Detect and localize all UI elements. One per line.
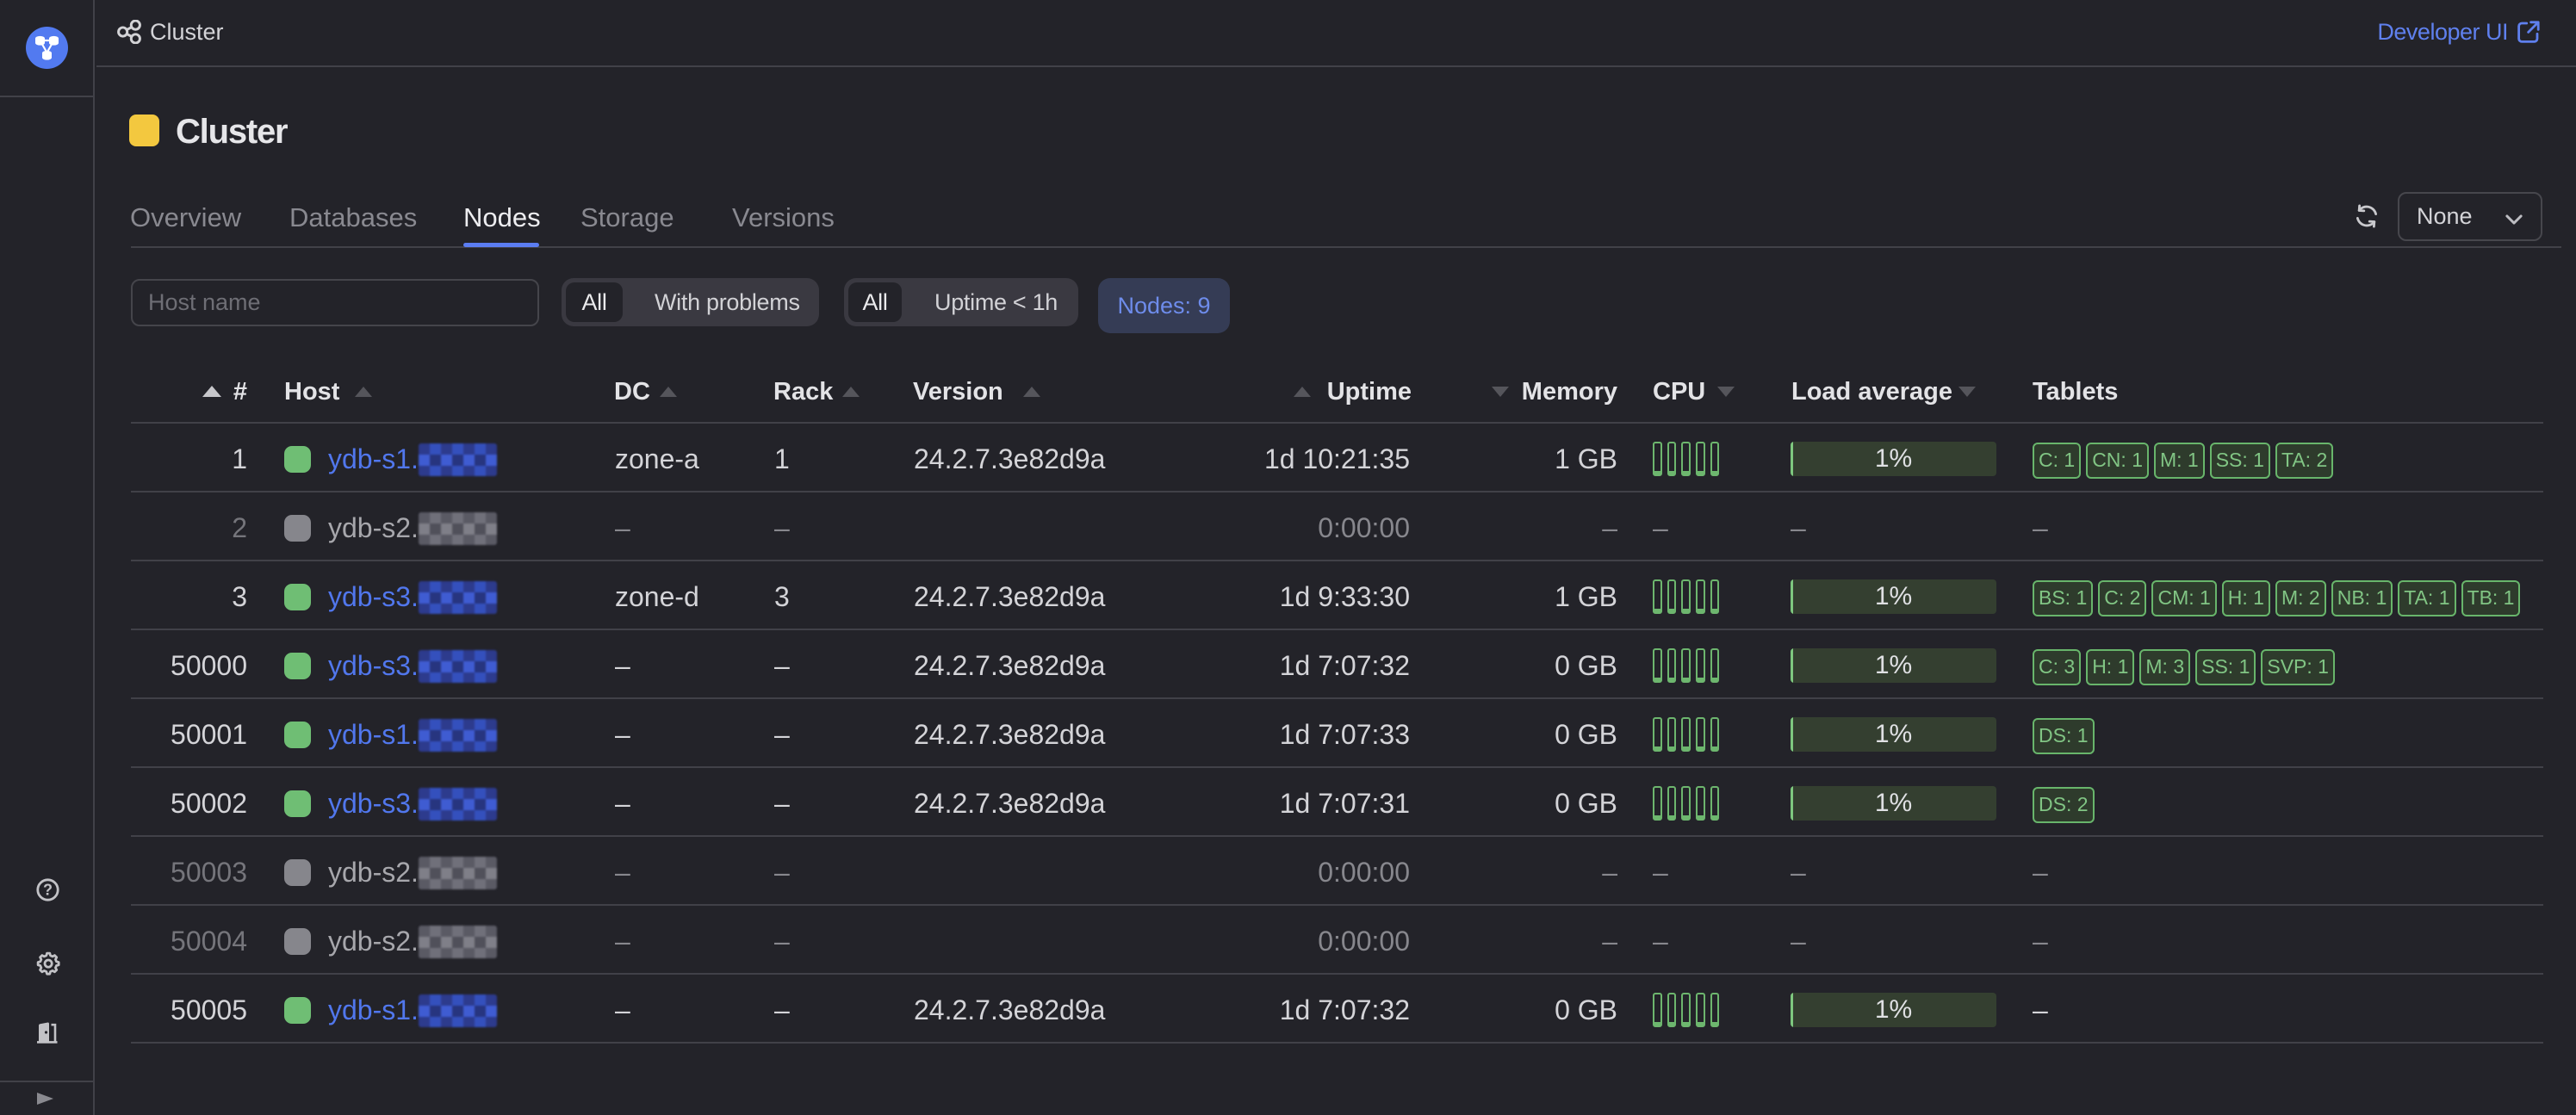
svg-text:?: ? bbox=[43, 882, 53, 899]
